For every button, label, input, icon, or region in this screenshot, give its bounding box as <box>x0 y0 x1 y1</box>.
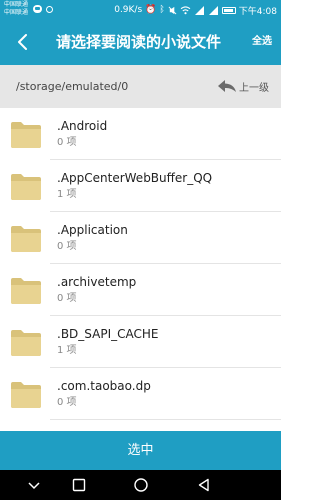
reply-arrow-icon <box>218 80 236 92</box>
page-title: 请选择要阅读的小说文件 <box>56 33 222 51</box>
status-right: 0.9K/s ⏰ ᛒ 下午4:08 <box>114 2 277 18</box>
carrier-label: 中国联通 中国联通 <box>4 1 28 17</box>
carrier-line-2: 中国联通 <box>4 9 29 16</box>
toolbar: 请选择要阅读的小说文件 全选 <box>0 20 281 65</box>
select-all-button[interactable]: 全选 <box>252 34 272 50</box>
navigation-bar <box>0 470 281 500</box>
status-bar: 中国联通 中国联通 0.9K/s ⏰ ᛒ 下午4:08 <box>0 0 281 20</box>
select-button[interactable]: 选中 <box>0 431 281 470</box>
item-count: 0 项 <box>57 397 77 408</box>
signal-icon <box>194 5 204 15</box>
chevron-left-icon <box>18 34 27 50</box>
file-name: .AppCenterWebBuffer_QQ <box>57 171 213 185</box>
alarm-icon: ⏰ <box>145 4 157 15</box>
folder-icon <box>11 382 41 408</box>
network-speed: 0.9K/s <box>114 5 143 15</box>
battery-icon <box>221 6 236 14</box>
back-triangle-icon[interactable] <box>196 477 212 493</box>
current-path: /storage/emulated/0 <box>16 80 129 93</box>
clock: 下午4:08 <box>238 6 277 17</box>
folder-icon <box>11 330 41 356</box>
list-item[interactable]: .Application 0 项 <box>0 212 281 264</box>
back-button[interactable] <box>10 28 36 56</box>
path-bar: /storage/emulated/0 上一级 <box>0 65 281 108</box>
file-name: .com.taobao.dp <box>57 379 151 393</box>
file-name: .archivetemp <box>57 275 137 289</box>
list-item[interactable]: .com.taobao.dp 0 项 <box>0 368 281 420</box>
parent-directory-label: 上一级 <box>239 82 269 94</box>
recent-apps-square-icon[interactable] <box>71 477 87 493</box>
chat-icon <box>33 5 42 13</box>
file-name: .Android <box>57 119 108 133</box>
notification-dot-icon <box>46 6 53 13</box>
mute-icon <box>168 6 177 14</box>
list-item[interactable]: .BD_SAPI_CACHE 1 项 <box>0 316 281 368</box>
file-name: .Application <box>57 223 128 237</box>
file-name: .BD_SAPI_CACHE <box>57 327 159 341</box>
divider <box>50 419 281 420</box>
folder-icon <box>11 122 41 148</box>
list-item[interactable]: .archivetemp 0 项 <box>0 264 281 316</box>
folder-icon <box>11 278 41 304</box>
item-count: 1 项 <box>57 345 77 356</box>
home-circle-icon[interactable] <box>133 477 149 493</box>
item-count: 1 项 <box>57 189 77 200</box>
carrier-line-1: 中国联通 <box>4 1 29 8</box>
item-count: 0 项 <box>57 293 77 304</box>
folder-icon <box>11 226 41 252</box>
list-item[interactable]: .AppCenterWebBuffer_QQ 1 项 <box>0 160 281 212</box>
item-count: 0 项 <box>57 241 77 252</box>
folder-icon <box>11 174 41 200</box>
item-count: 0 项 <box>57 137 77 148</box>
wifi-icon <box>180 5 191 14</box>
list-item[interactable]: .Android 0 项 <box>0 108 281 160</box>
signal-icon-2 <box>208 5 218 15</box>
file-list: .Android 0 项 .AppCenterWebBuffer_QQ 1 项 … <box>0 108 281 431</box>
parent-directory-button[interactable]: 上一级 <box>217 77 269 95</box>
chevron-down-icon[interactable] <box>26 477 42 493</box>
bluetooth-icon: ᛒ <box>159 4 165 15</box>
